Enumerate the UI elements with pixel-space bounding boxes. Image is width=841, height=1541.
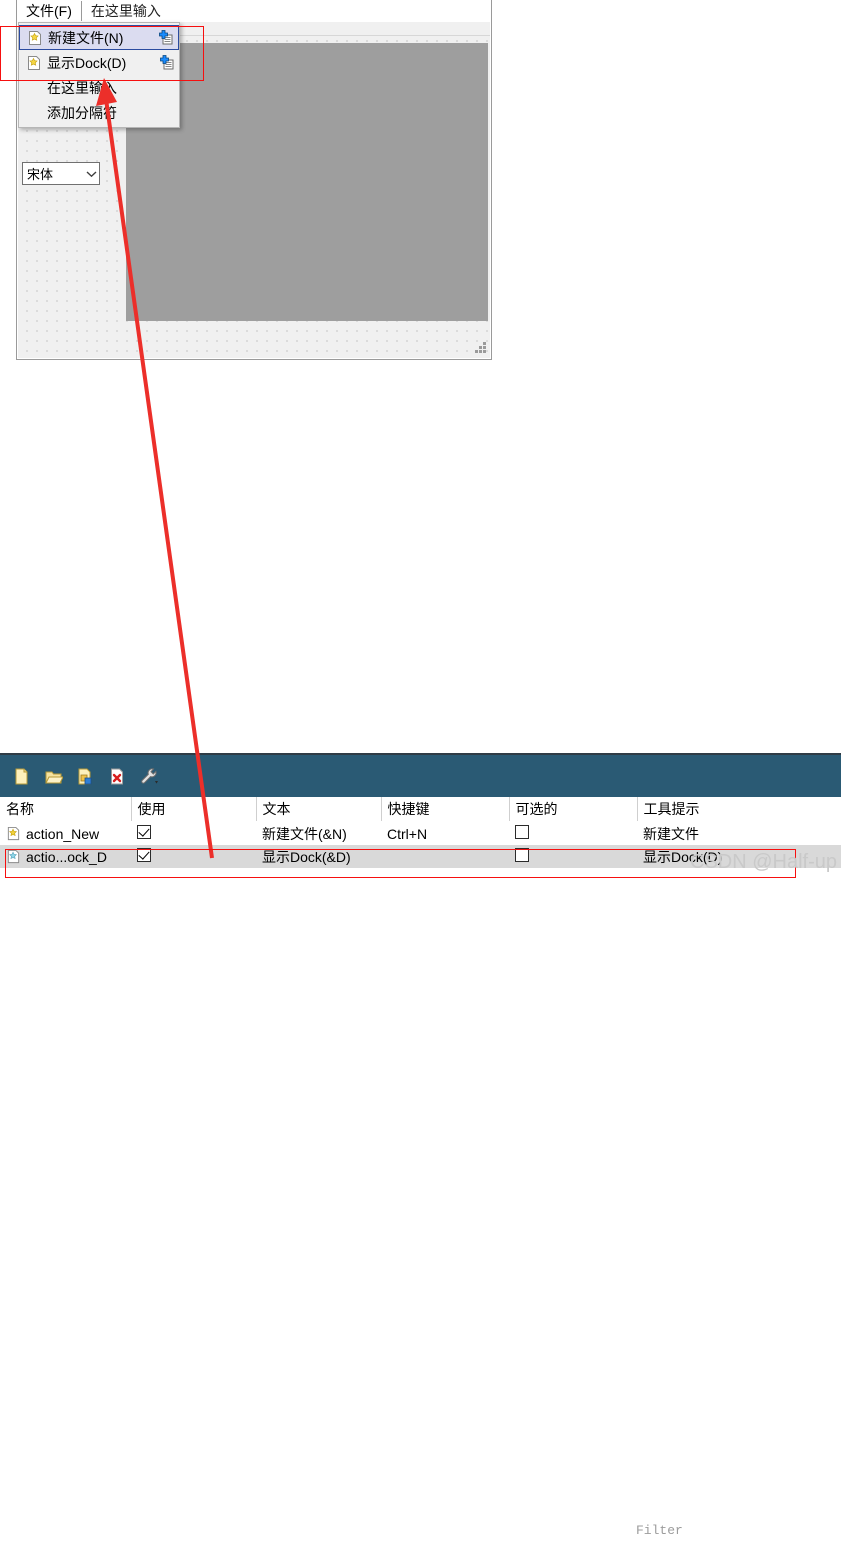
document-star-icon — [6, 826, 21, 841]
action-editor-panel: 名称 使用 文本 快捷键 可选的 工具提示 — [0, 753, 841, 1541]
cell-shortcut[interactable] — [381, 845, 509, 868]
filter-input[interactable] — [633, 1519, 841, 1541]
dock-widget-placeholder[interactable] — [126, 43, 488, 321]
checkable-checkbox[interactable] — [515, 848, 529, 862]
menu-item-add-separator[interactable]: 添加分隔符 — [19, 100, 179, 125]
chevron-down-icon — [83, 170, 99, 178]
resize-grip[interactable] — [474, 342, 487, 355]
column-header-text[interactable]: 文本 — [256, 797, 382, 822]
column-header-checkable[interactable]: 可选的 — [509, 797, 638, 822]
table-row[interactable]: action_New 新建文件(&N) Ctrl+N 新建文件 — [0, 822, 841, 846]
cell-checkable[interactable] — [509, 822, 637, 846]
cell-text[interactable]: 新建文件(&N) — [256, 822, 381, 846]
font-family-value: 宋体 — [27, 167, 54, 182]
file-menu-popup[interactable]: 新建文件(N) 显示Dock(D) 在这里输入 添加分隔符 — [18, 22, 180, 128]
cell-shortcut[interactable]: Ctrl+N — [381, 822, 509, 846]
new-action-button[interactable] — [9, 764, 33, 788]
cell-used[interactable] — [131, 822, 256, 846]
menubar-item-file[interactable]: 文件(F) — [17, 1, 81, 21]
menubar: 文件(F) 在这里输入 — [17, 0, 491, 22]
menu-item-label: 添加分隔符 — [47, 104, 117, 121]
action-table: 名称 使用 文本 快捷键 可选的 工具提示 action_New 新建文件(&N… — [0, 797, 841, 868]
column-header-tooltip[interactable]: 工具提示 — [637, 797, 841, 822]
menu-item-new-file[interactable]: 新建文件(N) — [19, 25, 179, 50]
used-checkbox[interactable] — [137, 825, 151, 839]
delete-action-button[interactable] — [105, 764, 129, 788]
column-header-name[interactable]: 名称 — [0, 797, 132, 822]
cell-tooltip[interactable]: 新建文件 — [637, 822, 841, 846]
cell-name[interactable]: actio...ock_D — [0, 845, 131, 868]
used-checkbox[interactable] — [137, 848, 151, 862]
menu-item-label: 新建文件(N) — [48, 29, 124, 46]
document-star-icon — [22, 30, 48, 46]
menu-item-show-dock[interactable]: 显示Dock(D) — [19, 50, 179, 75]
add-action-icon[interactable] — [155, 55, 177, 70]
add-action-icon[interactable] — [154, 30, 176, 45]
action-name-label: action_New — [26, 825, 100, 842]
table-row[interactable]: actio...ock_D 显示Dock(&D) 显示Dock(D) — [0, 845, 841, 868]
table-header-row: 名称 使用 文本 快捷键 可选的 工具提示 — [0, 797, 841, 822]
action-name-label: actio...ock_D — [26, 848, 107, 865]
action-editor-toolbar — [0, 755, 841, 797]
cell-tooltip[interactable]: 显示Dock(D) — [637, 845, 841, 868]
cell-name[interactable]: action_New — [0, 822, 131, 846]
menu-item-label: 在这里输入 — [47, 79, 117, 96]
column-header-shortcut[interactable]: 快捷键 — [381, 797, 510, 822]
edit-action-button[interactable] — [73, 764, 97, 788]
wrench-icon[interactable] — [137, 764, 161, 788]
cell-checkable[interactable] — [509, 845, 637, 868]
document-star-icon — [6, 849, 21, 864]
document-star-icon — [21, 55, 47, 71]
font-family-combobox[interactable]: 宋体 — [22, 162, 100, 185]
cell-used[interactable] — [131, 845, 256, 868]
column-header-used[interactable]: 使用 — [131, 797, 257, 822]
new-action-group-button[interactable] — [41, 764, 65, 788]
checkable-checkbox[interactable] — [515, 825, 529, 839]
cell-text[interactable]: 显示Dock(&D) — [256, 845, 381, 868]
menu-item-label: 显示Dock(D) — [47, 54, 127, 71]
menu-item-type-here[interactable]: 在这里输入 — [19, 75, 179, 100]
menubar-item-type-here[interactable]: 在这里输入 — [80, 1, 170, 21]
